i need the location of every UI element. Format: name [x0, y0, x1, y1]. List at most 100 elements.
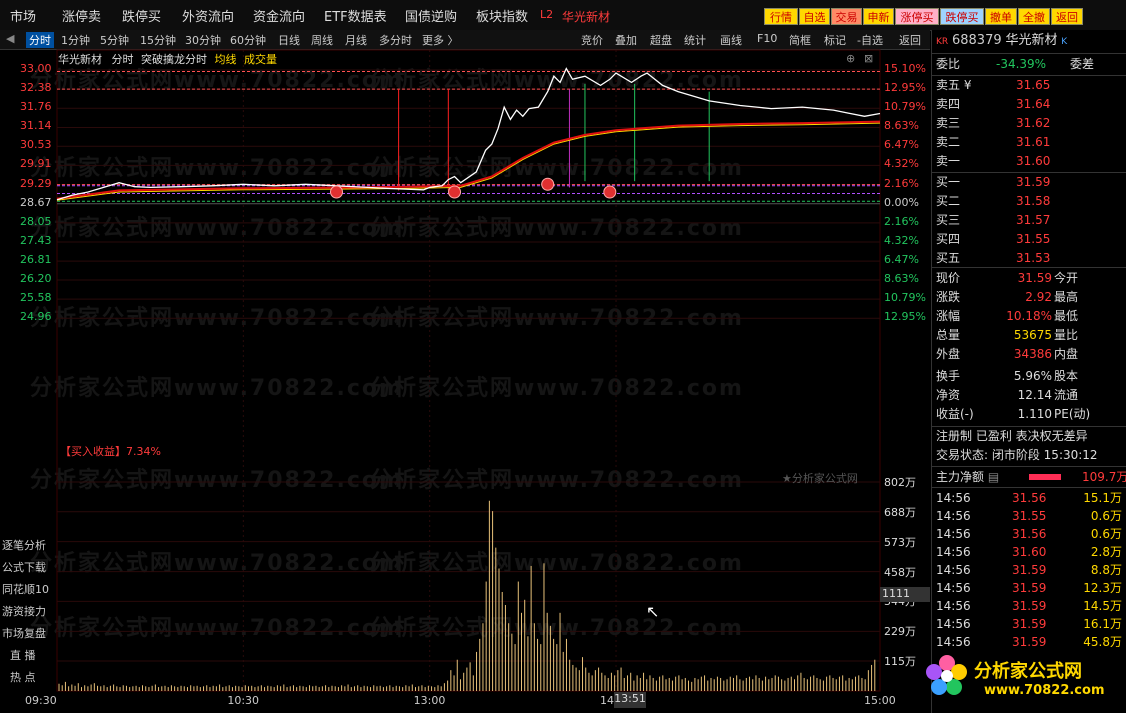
side-live[interactable]: 直 播: [10, 647, 36, 663]
quote-label: 外盘: [936, 347, 961, 361]
side-tick-analysis[interactable]: 逐笔分析: [2, 537, 46, 553]
buy-level-label: 买三: [936, 213, 961, 227]
volume-tick-label: 458万: [884, 565, 916, 579]
side-hot-money[interactable]: 游资接力: [2, 603, 46, 619]
tick-row: 14:56 31.59 14.5万: [936, 598, 1126, 614]
tick-row: 14:56 31.56 0.6万: [936, 526, 1126, 542]
pct-tick-label: 12.95%: [884, 310, 926, 324]
sell-level-label: 卖四: [936, 97, 961, 111]
buy-level-label: 买五: [936, 251, 961, 265]
sell-level-row: 卖三 31.62: [936, 115, 1126, 131]
copyright-label: ★分析家公式网: [782, 472, 858, 485]
k-icon: K: [1061, 37, 1068, 47]
sell-level-row: 卖二 31.61: [936, 134, 1126, 150]
buy-level-price: 31.57: [1016, 213, 1051, 227]
buy-level-row: 买五 31.53: [936, 250, 1126, 266]
tick-price: 31.56: [1012, 491, 1047, 505]
tick-time: 14:56: [936, 563, 971, 577]
tick-price: 31.59: [1012, 581, 1047, 595]
tick-volume: 0.6万: [1090, 527, 1122, 541]
main-flow-row: 主力净额 ▤ 109.7万: [936, 469, 1126, 485]
list-icon[interactable]: ▤: [988, 470, 999, 484]
quote-value: 10.18%: [1006, 309, 1052, 323]
tick-row: 14:56 31.59 8.8万: [936, 562, 1126, 578]
side-hot[interactable]: 热 点: [10, 669, 36, 685]
sell-level-price: 31.62: [1016, 116, 1051, 130]
buy-signal-dot: [541, 177, 555, 191]
tick-row: 14:56 31.60 2.8万: [936, 544, 1126, 560]
tick-price: 31.60: [1012, 545, 1047, 559]
quote-row: 现价 31.59 今开: [936, 270, 1126, 286]
pct-tick-label: 15.10%: [884, 62, 926, 75]
quote-label: 现价: [936, 271, 961, 285]
pct-tick-label: 8.63%: [884, 119, 919, 133]
sell-level-price: 31.60: [1016, 154, 1051, 168]
sell-level-label: 卖一: [936, 154, 961, 168]
mouse-cursor-icon: ↖: [646, 602, 660, 621]
quote-value: 31.59: [1017, 271, 1052, 285]
tick-volume: 12.3万: [1083, 581, 1122, 595]
sell-level-price: 31.61: [1016, 135, 1051, 149]
weicha-label: 委差: [1070, 57, 1095, 71]
tick-time: 14:56: [936, 617, 971, 631]
price-tick-label: 32.38: [20, 81, 52, 95]
tick-volume: 15.1万: [1083, 491, 1122, 505]
side-ths10[interactable]: 同花顺10: [2, 581, 49, 597]
price-tick-label: 27.43: [20, 234, 52, 248]
quote-label: 换手: [936, 369, 961, 383]
tick-volume: 8.8万: [1090, 563, 1122, 577]
pct-tick-label: 4.32%: [884, 157, 919, 171]
tick-row: 14:56 31.59 12.3万: [936, 580, 1126, 596]
tick-price: 31.59: [1012, 617, 1047, 631]
flower-logo-icon: [926, 655, 967, 695]
tick-time: 14:56: [936, 527, 971, 541]
quote-row: 涨跌 2.92 最高: [936, 289, 1126, 305]
tick-volume: 16.1万: [1083, 617, 1122, 631]
pct-tick-label: 8.63%: [884, 272, 919, 285]
quote-row: 总量 53675 量比: [936, 327, 1126, 343]
time-tick-label: 15:00: [864, 694, 896, 707]
weibi-row: 委比 -34.39% 委差: [936, 56, 1126, 72]
pct-tick-label: 6.47%: [884, 138, 919, 152]
side-formula-download[interactable]: 公式下载: [2, 559, 46, 575]
buy-level-row: 买四 31.55: [936, 231, 1126, 247]
registration-info: 注册制 已盈利 表决权无差异: [936, 429, 1088, 443]
main-flow-bar: [1029, 474, 1061, 480]
quote-value: 1.110: [1017, 407, 1052, 421]
tick-volume: 0.6万: [1090, 509, 1122, 523]
price-tick-label: 26.81: [20, 253, 52, 267]
tick-row: 14:56 31.55 0.6万: [936, 508, 1126, 524]
quote-label: 收益(-): [936, 407, 974, 421]
time-cursor-label: 13:51: [614, 692, 646, 708]
tick-time: 14:56: [936, 599, 971, 613]
quote-right-label: 今开: [1054, 271, 1079, 285]
quote-label: 涨幅: [936, 309, 961, 323]
buy-level-price: 31.59: [1016, 175, 1051, 189]
cancel-order-button[interactable]: 撤单: [985, 8, 1017, 25]
quote-value: 53675: [1013, 328, 1052, 342]
back-button[interactable]: 返回: [1051, 8, 1083, 25]
buy-level-label: 买四: [936, 232, 961, 246]
time-tick-label: 13:00: [413, 694, 446, 707]
quote-value: 5.96%: [1013, 369, 1052, 383]
quote-row: 换手 5.96% 股本: [936, 368, 1126, 384]
trade-status: 交易状态: 闭市阶段 15:30:12: [936, 448, 1098, 462]
side-market-review[interactable]: 市场复盘: [2, 625, 46, 641]
cancel-all-button[interactable]: 全撤: [1018, 8, 1050, 25]
quote-right-label: 量比: [1054, 328, 1079, 342]
buy-level-price: 31.58: [1016, 194, 1051, 208]
volume-tick-label: 802万: [884, 476, 916, 489]
price-tick-label: 29.91: [20, 157, 52, 171]
price-line: [56, 67, 881, 201]
quote-row: 外盘 34386 内盘: [936, 346, 1126, 362]
intraday-chart[interactable]: [0, 0, 930, 713]
volume-tick-label: 115万: [884, 655, 916, 669]
quote-right-label: 内盘: [1054, 347, 1079, 361]
weibi-value: -34.39%: [996, 57, 1047, 71]
sell-level-label: 卖五 ¥: [936, 78, 972, 92]
sell-level-label: 卖二: [936, 135, 961, 149]
sell-level-row: 卖四 31.64: [936, 96, 1126, 112]
limit-down-buy-button[interactable]: 跌停买: [940, 8, 984, 25]
buy-level-price: 31.55: [1016, 232, 1051, 246]
stock-code: 688379: [951, 33, 1002, 48]
